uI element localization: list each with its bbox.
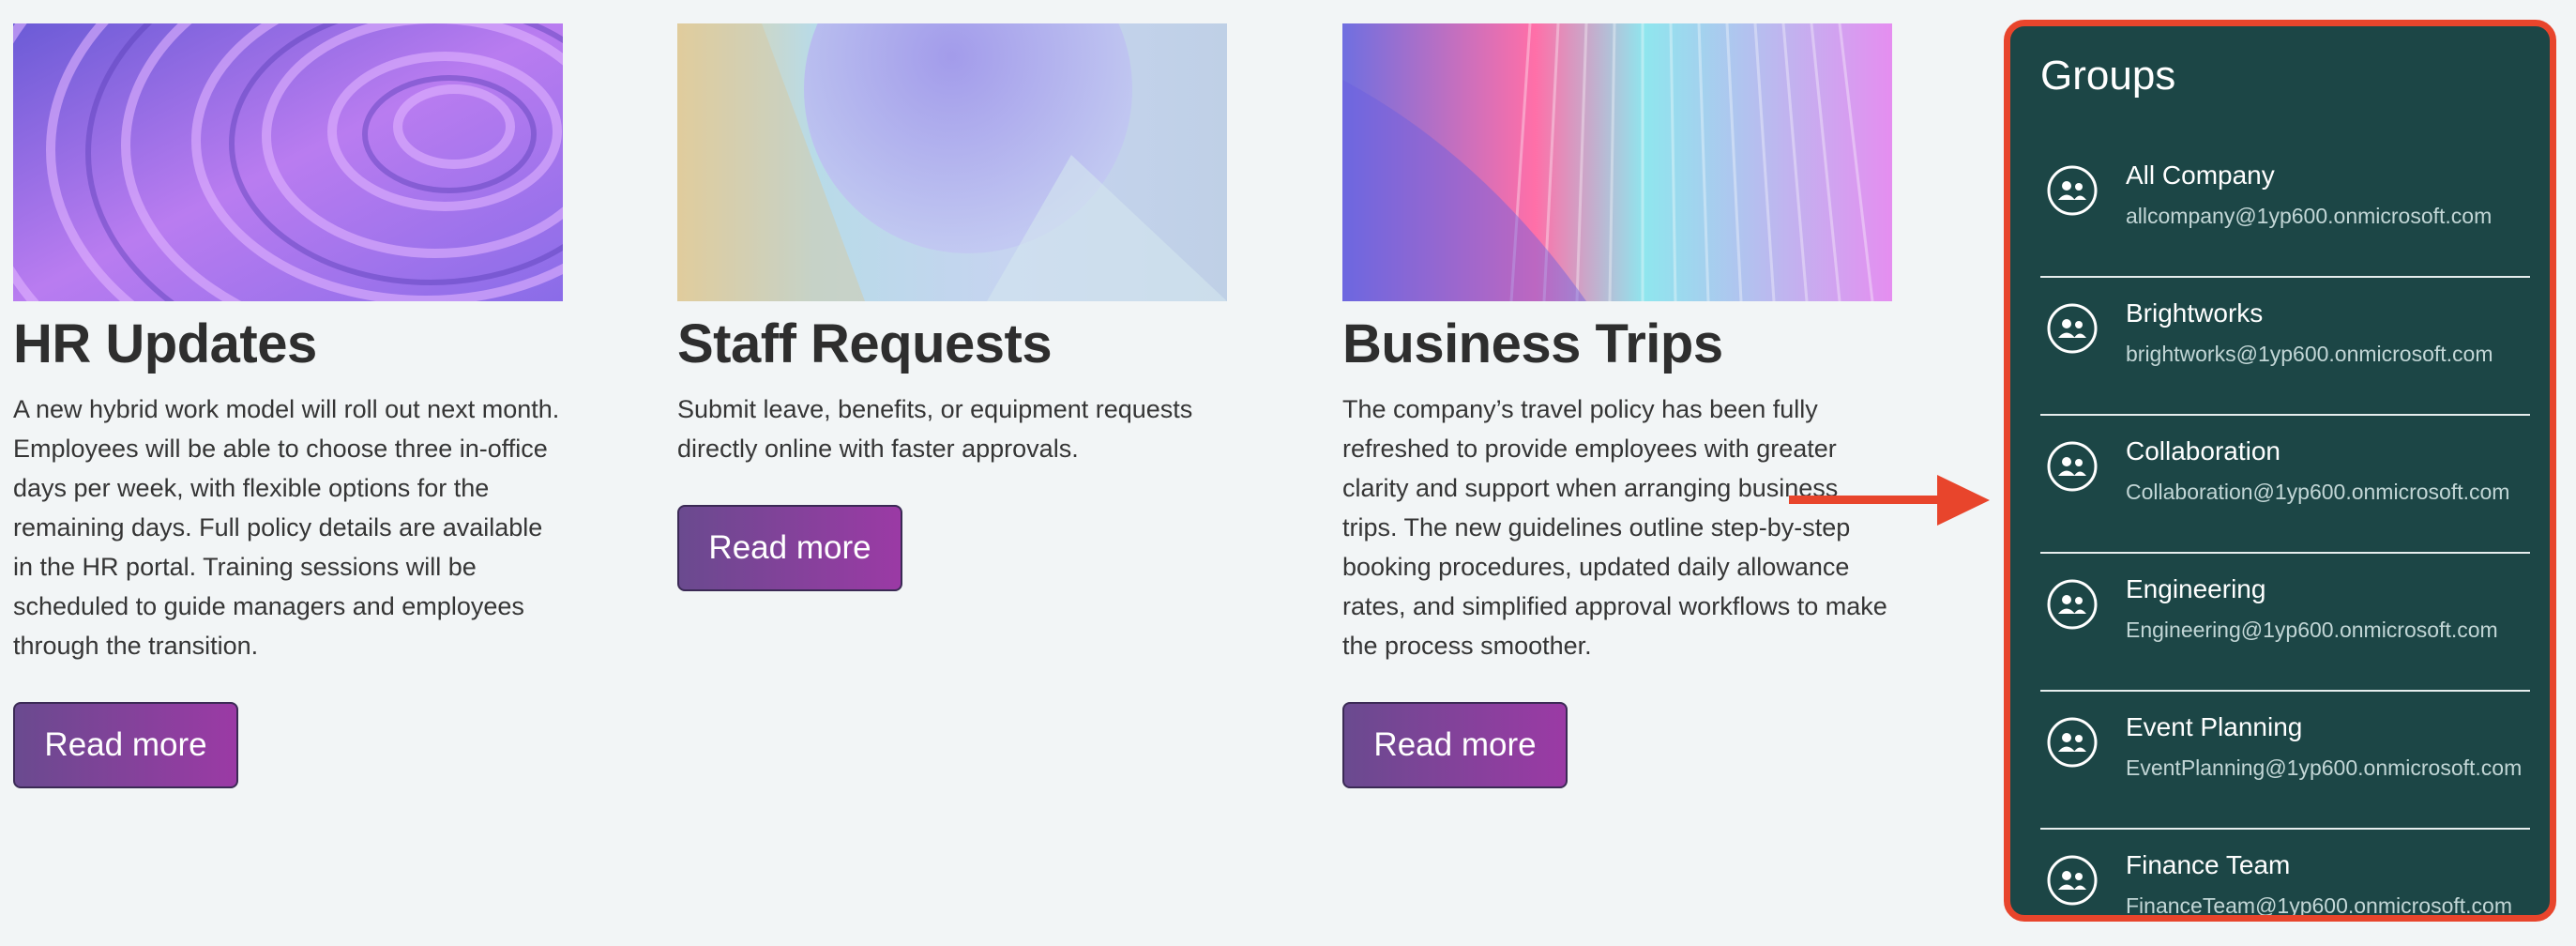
- group-name: Finance Team: [2126, 850, 2291, 879]
- group-icon: [2047, 717, 2098, 768]
- group-item-all-company[interactable]: All Company allcompany@1yp600.onmicrosof…: [2040, 138, 2530, 278]
- group-item-finance-team[interactable]: Finance Team FinanceTeam@1yp600.onmicros…: [2040, 828, 2530, 918]
- group-email: EventPlanning@1yp600.onmicrosoft.com: [2126, 755, 2523, 780]
- card-title: HR Updates: [13, 313, 317, 374]
- read-more-button[interactable]: Read more: [13, 702, 238, 788]
- staff-requests-image: [677, 23, 1227, 301]
- hr-updates-image: [13, 23, 563, 301]
- group-item-brightworks[interactable]: Brightworks brightworks@1yp600.onmicroso…: [2040, 276, 2530, 416]
- groups-panel: Groups All Company allcompany@1yp600.onm…: [2004, 20, 2556, 922]
- read-more-button[interactable]: Read more: [1342, 702, 1568, 788]
- group-icon: [2047, 165, 2098, 216]
- group-icon: [2047, 579, 2098, 630]
- read-more-button[interactable]: Read more: [677, 505, 902, 591]
- group-item-event-planning[interactable]: Event Planning EventPlanning@1yp600.onmi…: [2040, 690, 2530, 830]
- group-icon: [2047, 303, 2098, 354]
- card-body: A new hybrid work model will roll out ne…: [13, 395, 560, 660]
- groups-panel-title: Groups: [2040, 53, 2176, 99]
- group-email: Engineering@1yp600.onmicrosoft.com: [2126, 618, 2498, 642]
- group-name: Collaboration: [2126, 436, 2281, 465]
- group-item-engineering[interactable]: Engineering Engineering@1yp600.onmicroso…: [2040, 552, 2530, 692]
- card-title: Business Trips: [1342, 313, 1723, 374]
- news-card-hr-updates: HR Updates A new hybrid work model will …: [13, 23, 563, 788]
- group-email: FinanceTeam@1yp600.onmicrosoft.com: [2126, 893, 2512, 918]
- card-title: Staff Requests: [677, 313, 1053, 374]
- group-name: Engineering: [2126, 574, 2266, 603]
- news-card-business-trips: Business Trips The company’s travel poli…: [1342, 23, 1892, 788]
- group-name: Brightworks: [2126, 298, 2264, 328]
- group-item-collaboration[interactable]: Collaboration Collaboration@1yp600.onmic…: [2040, 414, 2530, 554]
- group-icon: [2047, 855, 2098, 906]
- group-email: allcompany@1yp600.onmicrosoft.com: [2126, 204, 2493, 228]
- group-icon: [2047, 441, 2098, 492]
- group-name: Event Planning: [2126, 712, 2303, 741]
- group-email: brightworks@1yp600.onmicrosoft.com: [2126, 342, 2493, 366]
- group-email: Collaboration@1yp600.onmicrosoft.com: [2126, 480, 2510, 504]
- card-body: The company’s travel policy has been ful…: [1342, 395, 1887, 660]
- card-body: Submit leave, benefits, or equipment req…: [677, 395, 1193, 463]
- group-name: All Company: [2126, 160, 2275, 190]
- business-trips-image: [1342, 23, 1892, 301]
- arrow-right-icon: [1789, 475, 1990, 526]
- news-card-staff-requests: Staff Requests Submit leave, benefits, o…: [677, 23, 1227, 591]
